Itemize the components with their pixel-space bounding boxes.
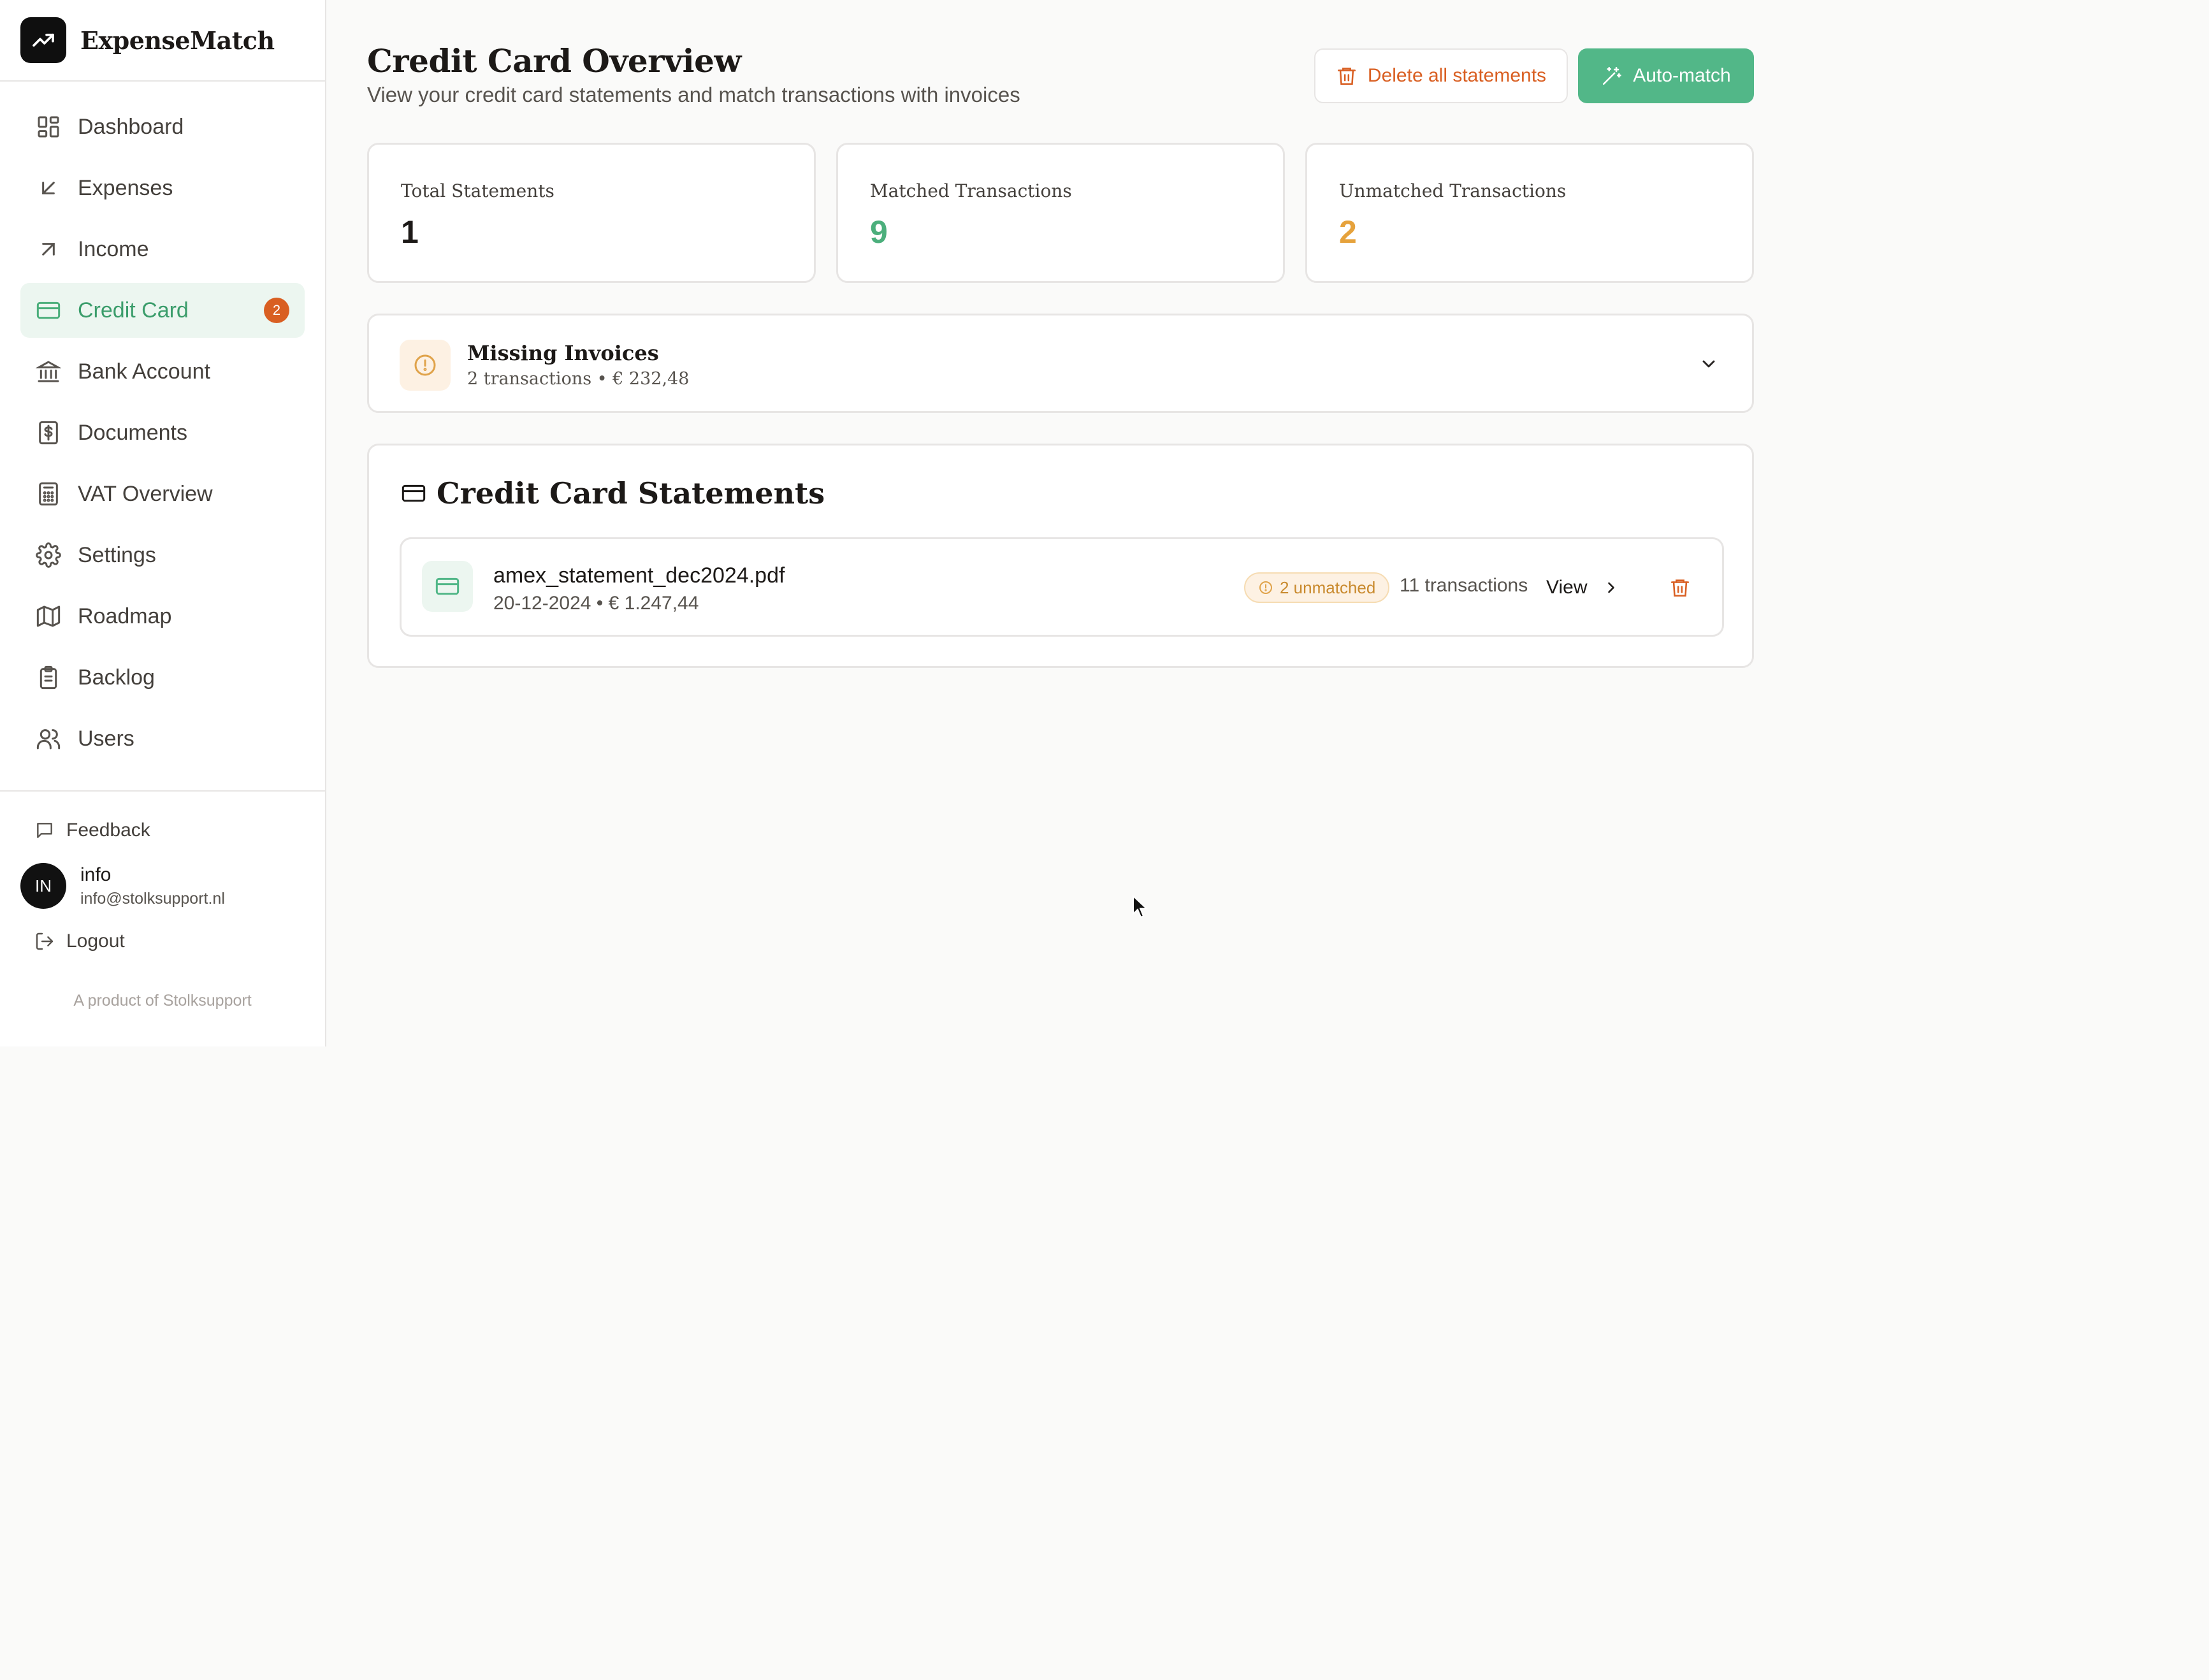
user-profile[interactable]: IN info info@stolksupport.nl: [20, 863, 325, 909]
avatar: IN: [20, 863, 66, 909]
chevron-down-icon[interactable]: [1698, 354, 1719, 374]
sidebar-item-settings[interactable]: Settings: [20, 528, 305, 583]
notification-badge: 2: [264, 298, 289, 323]
statements-heading: Credit Card Statements: [437, 476, 825, 511]
auto-match-label: Auto-match: [1633, 65, 1731, 86]
credit-card-statements-panel: Credit Card Statements amex_statement_de…: [367, 444, 1754, 668]
stat-card-matched-transactions: Matched Transactions 9: [836, 143, 1285, 283]
feedback-label: Feedback: [66, 820, 150, 841]
statement-meta: 20-12-2024 • € 1.247,44: [493, 593, 699, 614]
user-name: info: [80, 864, 112, 885]
sidebar-item-label: Bank Account: [78, 359, 210, 384]
stat-title: Unmatched Transactions: [1339, 180, 1567, 201]
sidebar-item-vat-overview[interactable]: VAT Overview: [20, 467, 305, 521]
sidebar-item-label: Income: [78, 236, 149, 261]
chevron-right-icon: [1602, 579, 1620, 597]
sidebar-item-bank-account[interactable]: Bank Account: [20, 344, 305, 399]
users-icon: [36, 726, 61, 751]
sidebar-item-dashboard[interactable]: Dashboard: [20, 99, 305, 154]
sidebar-item-label: Backlog: [78, 665, 155, 690]
sidebar-item-documents[interactable]: Documents: [20, 405, 305, 460]
stat-card-unmatched-transactions: Unmatched Transactions 2: [1305, 143, 1754, 283]
sidebar-item-credit-card[interactable]: Credit Card 2: [20, 283, 305, 338]
sidebar-item-label: Expenses: [78, 175, 173, 200]
logout-icon: [34, 931, 55, 952]
sidebar-item-label: Dashboard: [78, 114, 184, 139]
stat-value: 2: [1339, 214, 1357, 250]
stat-title: Total Statements: [401, 180, 554, 201]
missing-invoices-summary: 2 transactions • € 232,48: [467, 369, 690, 389]
stat-value: 9: [870, 214, 888, 250]
sidebar-item-label: Settings: [78, 542, 156, 567]
sidebar-item-label: Users: [78, 726, 134, 751]
trash-icon: [1669, 577, 1691, 598]
clipboard-icon: [36, 665, 61, 690]
document-dollar-icon: [36, 420, 61, 445]
dashboard-icon: [36, 114, 61, 140]
delete-statement-button[interactable]: [1663, 571, 1697, 604]
missing-invoices-panel[interactable]: Missing Invoices 2 transactions • € 232,…: [367, 314, 1754, 413]
product-note: A product of Stolksupport: [73, 992, 252, 1010]
credit-card-icon: [36, 298, 61, 323]
statement-filename: amex_statement_dec2024.pdf: [493, 563, 785, 588]
sidebar-item-roadmap[interactable]: Roadmap: [20, 589, 305, 644]
calculator-icon: [36, 481, 61, 507]
missing-invoices-title: Missing Invoices: [467, 341, 659, 365]
message-icon: [34, 820, 55, 841]
feedback-link[interactable]: Feedback: [34, 820, 325, 841]
bank-icon: [36, 359, 61, 384]
alert-circle-icon: [1258, 580, 1273, 595]
sidebar-item-label: Roadmap: [78, 604, 172, 628]
magic-wand-icon: [1601, 65, 1623, 87]
sidebar-item-label: Documents: [78, 420, 187, 445]
credit-card-icon: [401, 481, 426, 506]
sidebar-item-label: Credit Card: [78, 298, 189, 322]
stat-card-total-statements: Total Statements 1: [367, 143, 816, 283]
arrow-up-right-icon: [36, 236, 61, 262]
mouse-cursor-icon: [1133, 895, 1148, 918]
page-subtitle: View your credit card statements and mat…: [367, 83, 1020, 106]
sidebar-nav: Dashboard Expenses Income Credit Card 2 …: [0, 82, 325, 766]
credit-card-icon: [422, 561, 473, 612]
logout-button[interactable]: Logout: [34, 931, 325, 952]
auto-match-button[interactable]: Auto-match: [1578, 48, 1754, 103]
sidebar-item-expenses[interactable]: Expenses: [20, 161, 305, 215]
sidebar-item-label: VAT Overview: [78, 481, 213, 506]
sidebar: ExpenseMatch Dashboard Expenses Income C…: [0, 0, 326, 1046]
stat-value: 1: [401, 214, 419, 250]
delete-all-label: Delete all statements: [1367, 65, 1547, 86]
transactions-count: 11 transactions: [1400, 575, 1528, 596]
trending-up-icon: [20, 17, 66, 63]
gear-icon: [36, 542, 61, 568]
brand[interactable]: ExpenseMatch: [0, 0, 325, 82]
view-statement-button[interactable]: View: [1546, 568, 1620, 607]
sidebar-item-users[interactable]: Users: [20, 711, 305, 766]
alert-circle-icon: [400, 340, 451, 391]
delete-all-statements-button[interactable]: Delete all statements: [1314, 48, 1568, 103]
sidebar-footer: Feedback IN info info@stolksupport.nl Lo…: [0, 790, 325, 1010]
trash-icon: [1336, 65, 1358, 87]
sidebar-item-backlog[interactable]: Backlog: [20, 650, 305, 705]
view-label: View: [1546, 577, 1588, 598]
page-title: Credit Card Overview: [367, 42, 741, 80]
unmatched-label: 2 unmatched: [1280, 577, 1376, 597]
statement-row[interactable]: amex_statement_dec2024.pdf 20-12-2024 • …: [400, 537, 1724, 637]
stat-title: Matched Transactions: [870, 180, 1072, 201]
user-email: info@stolksupport.nl: [80, 889, 225, 908]
brand-name: ExpenseMatch: [80, 25, 275, 55]
arrow-down-left-icon: [36, 175, 61, 201]
unmatched-badge: 2 unmatched: [1244, 572, 1390, 603]
map-icon: [36, 604, 61, 629]
sidebar-item-income[interactable]: Income: [20, 222, 305, 277]
logout-label: Logout: [66, 931, 125, 952]
